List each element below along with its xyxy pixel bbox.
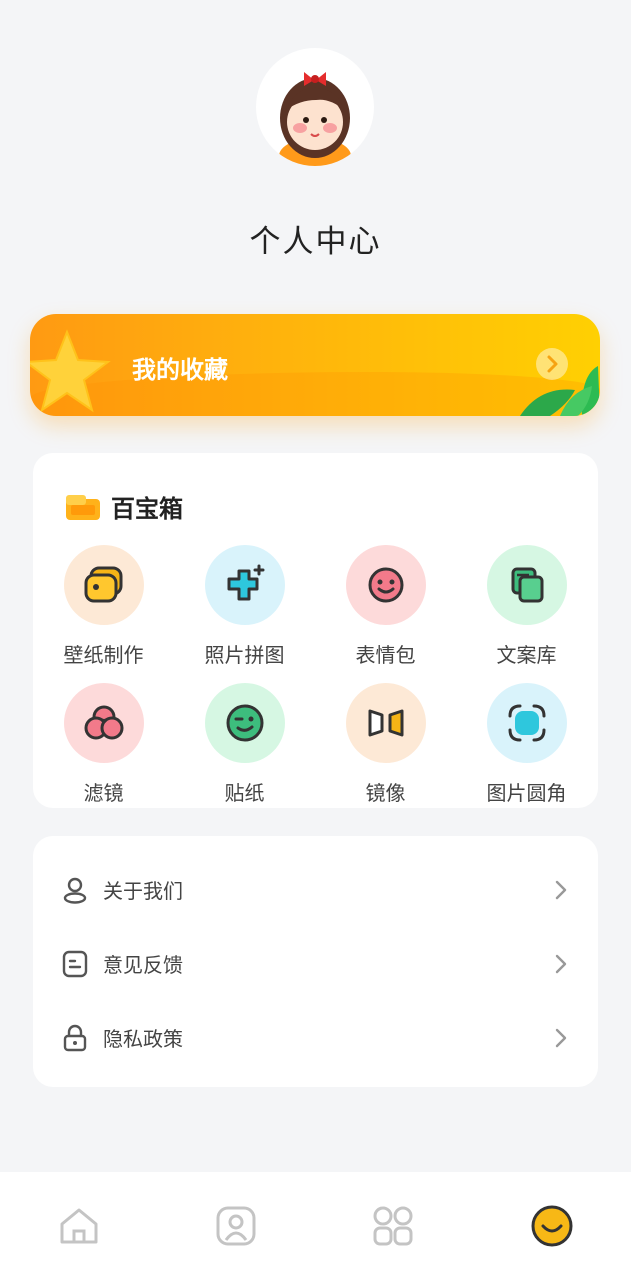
tool-mirror[interactable]: 镜像 (315, 683, 456, 806)
tool-round-corner[interactable]: 图片圆角 (456, 683, 597, 806)
tool-label: 镜像 (365, 781, 406, 805)
tool-wallpaper-maker[interactable]: 壁纸制作 (33, 545, 174, 668)
tool-label: 壁纸制作 (63, 643, 144, 667)
smile-profile-icon (531, 1205, 573, 1247)
page-title: 个人中心 (249, 224, 382, 260)
menu-item-label: 意见反馈 (103, 952, 183, 977)
emoji-icon (345, 545, 426, 625)
toolbox-title: 百宝箱 (111, 495, 183, 523)
tool-emoji-pack[interactable]: 表情包 (315, 545, 456, 668)
filter-icon (63, 683, 144, 763)
lock-icon (63, 1024, 87, 1052)
tab-apps[interactable] (371, 1204, 415, 1248)
profile-avatar[interactable] (256, 48, 374, 166)
sticker-icon (204, 683, 285, 763)
tool-photo-puzzle[interactable]: 照片拼图 (174, 545, 315, 668)
tab-home[interactable] (57, 1204, 101, 1248)
banner-wave-decoration (30, 372, 600, 416)
tool-label: 文案库 (496, 643, 557, 667)
tool-label: 滤镜 (83, 781, 124, 805)
tool-sticker[interactable]: 贴纸 (174, 683, 315, 806)
mirror-icon (345, 683, 426, 763)
menu-item-feedback[interactable]: 意见反馈 (33, 926, 598, 1000)
bottom-tab-bar (0, 1172, 631, 1280)
girl-avatar-icon (279, 72, 351, 166)
tool-copy-library[interactable]: 文案库 (456, 545, 597, 668)
tool-label: 图片圆角 (486, 781, 567, 805)
chevron-right-icon (555, 1028, 567, 1048)
wallpaper-icon (63, 545, 144, 625)
chevron-right-icon (555, 880, 567, 900)
tab-portrait[interactable] (214, 1204, 258, 1248)
menu-item-label: 隐私政策 (103, 1026, 183, 1051)
favorites-banner[interactable]: 我的收藏 (30, 314, 600, 416)
toolbox-card: 百宝箱 壁纸制作 照片拼图 表情包 文案库 滤镜 贴纸 镜像 图片圆角 (33, 453, 598, 808)
home-icon (60, 1208, 98, 1244)
leaf-decoration-icon (520, 366, 600, 416)
copy-library-icon (486, 545, 567, 625)
tab-profile[interactable] (530, 1204, 574, 1248)
treasure-box-icon (66, 494, 100, 520)
user-icon (63, 877, 87, 904)
star-icon (30, 329, 111, 413)
tool-label: 贴纸 (224, 781, 265, 805)
puzzle-icon (204, 545, 285, 625)
apps-grid-icon (373, 1206, 413, 1246)
chevron-right-icon (555, 954, 567, 974)
portrait-icon (216, 1206, 256, 1246)
menu-item-privacy-policy[interactable]: 隐私政策 (33, 1000, 598, 1074)
tool-label: 表情包 (355, 643, 416, 667)
tool-label: 照片拼图 (204, 643, 285, 667)
toolbox-header: 百宝箱 (65, 489, 183, 524)
favorites-label: 我的收藏 (132, 356, 228, 384)
feedback-icon (62, 950, 88, 978)
menu-item-about-us[interactable]: 关于我们 (33, 852, 598, 926)
menu-item-label: 关于我们 (103, 878, 183, 903)
settings-menu: 关于我们 意见反馈 隐私政策 (33, 836, 598, 1087)
tool-filter[interactable]: 滤镜 (33, 683, 174, 806)
round-corner-icon (486, 683, 567, 763)
